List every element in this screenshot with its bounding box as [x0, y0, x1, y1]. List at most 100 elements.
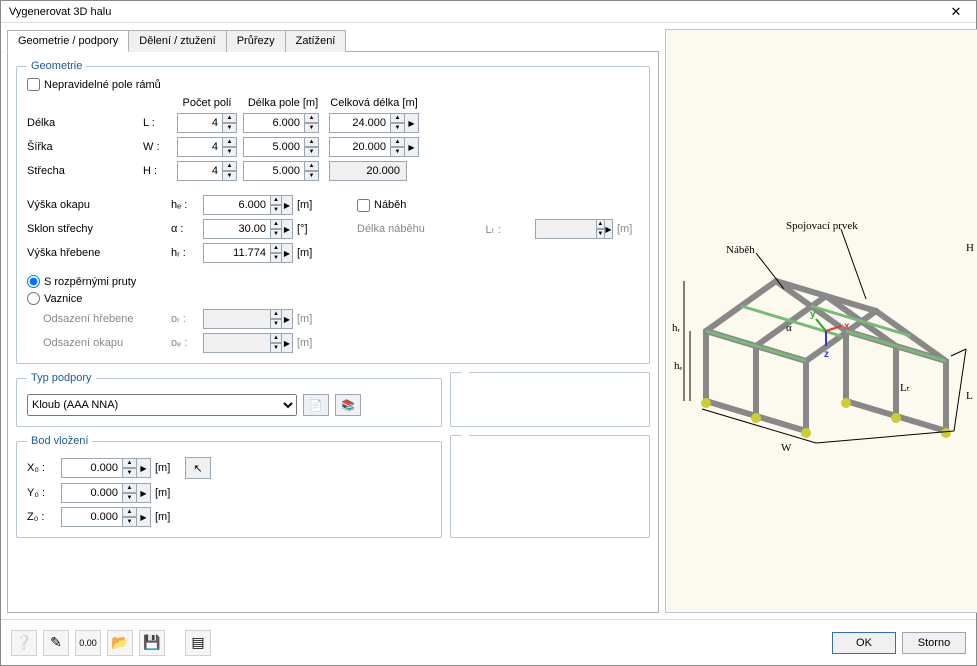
- tab-loads[interactable]: Zatížení: [285, 30, 347, 52]
- ok-button[interactable]: OK: [832, 632, 896, 654]
- row-roof-label: Střecha: [27, 165, 137, 177]
- haunch-checkbox[interactable]: Náběh: [357, 199, 437, 212]
- spin-up-icon[interactable]: ▲: [223, 113, 237, 123]
- goto-icon[interactable]: ▶: [405, 113, 419, 133]
- spin-up-icon[interactable]: ▲: [305, 113, 319, 123]
- y0-label: Y₀ :: [27, 487, 57, 499]
- goto-icon[interactable]: ▶: [282, 195, 293, 215]
- axis-z-icon: z: [824, 349, 829, 360]
- x0-input[interactable]: ▲▼ ▶: [61, 458, 151, 478]
- irregular-label: Nepravidelné pole rámů: [44, 79, 161, 91]
- z0-label: Z₀ :: [27, 511, 57, 523]
- extra-group: [450, 372, 650, 427]
- pick-point-button[interactable]: ↖: [185, 457, 211, 479]
- eave-unit: [m]: [297, 199, 321, 211]
- span-L[interactable]: ▲▼: [243, 113, 323, 133]
- pick-support-button[interactable]: 📚: [335, 394, 361, 416]
- spin-down-icon[interactable]: ▼: [223, 123, 237, 133]
- span-H[interactable]: ▲▼: [243, 161, 323, 181]
- spin-down-icon[interactable]: ▼: [391, 123, 405, 133]
- z0-input[interactable]: ▲▼ ▶: [61, 507, 151, 527]
- support-group: Typ podpory Kloub (AAA NNA) 📄 📚: [16, 372, 442, 427]
- titlebar: Vygenerovat 3D halu ✕: [1, 1, 976, 23]
- hdr-total: Celková délka [m]: [329, 97, 419, 109]
- spin-down-icon[interactable]: ▼: [305, 123, 319, 133]
- z0-unit: [m]: [155, 511, 179, 523]
- off-eave-sym: oₑ :: [171, 337, 199, 349]
- haunch-len-label: Délka náběhu: [357, 223, 437, 235]
- radio-struts[interactable]: S rozpěrnými pruty: [27, 275, 639, 288]
- edit-icon: ✎: [50, 634, 62, 651]
- spin-up-icon[interactable]: ▲: [391, 113, 405, 123]
- cancel-button[interactable]: Storno: [902, 632, 966, 654]
- goto-icon[interactable]: ▶: [137, 458, 151, 478]
- ridge-unit: [m]: [297, 247, 321, 259]
- count-H[interactable]: ▲▼: [177, 161, 237, 181]
- units-button[interactable]: 0.00: [75, 630, 101, 656]
- preview-label-conn: Spojovací prvek: [786, 220, 858, 232]
- span-W[interactable]: ▲▼: [243, 137, 323, 157]
- preview-svg: Spojovací prvek Náběh H L W hᵣ hₑ Lₜ α x…: [666, 181, 977, 461]
- span-L-input[interactable]: [243, 113, 305, 133]
- save-icon: 💾: [143, 634, 160, 651]
- total-W[interactable]: ▲▼ ▶: [329, 137, 419, 157]
- goto-icon[interactable]: ▶: [405, 137, 419, 157]
- slope-unit: [°]: [297, 223, 321, 235]
- goto-icon[interactable]: ▶: [282, 243, 293, 263]
- radio-purlins[interactable]: Vaznice: [27, 292, 639, 305]
- slope-input[interactable]: ▲▼ ▶: [203, 219, 293, 239]
- row-width-label: Šířka: [27, 141, 137, 153]
- help-button[interactable]: ❔: [11, 630, 37, 656]
- import-icon: 📂: [111, 634, 128, 651]
- sections-icon: ▤: [191, 634, 204, 651]
- import-button[interactable]: 📂: [107, 630, 133, 656]
- haunch-len-input: ▲▼ ▶: [535, 219, 613, 239]
- goto-icon[interactable]: ▶: [282, 219, 293, 239]
- goto-icon[interactable]: ▶: [137, 483, 151, 503]
- count-W[interactable]: ▲▼: [177, 137, 237, 157]
- save-button[interactable]: 💾: [139, 630, 165, 656]
- axis-x-icon: x: [844, 321, 850, 332]
- eave-input[interactable]: ▲▼ ▶: [203, 195, 293, 215]
- units-icon: 0.00: [79, 638, 97, 648]
- new-icon: 📄: [309, 399, 323, 412]
- haunch-label: Náběh: [374, 199, 406, 211]
- total-L[interactable]: ▲▼ ▶: [329, 113, 419, 133]
- close-icon[interactable]: ✕: [940, 3, 972, 21]
- y0-input[interactable]: ▲▼ ▶: [61, 483, 151, 503]
- cursor-icon: ↖: [193, 462, 202, 475]
- geometry-group: Geometrie Nepravidelné pole rámů Počet p…: [16, 60, 650, 364]
- insert-group: Bod vložení X₀ : ▲▼ ▶ [m] ↖: [16, 435, 442, 538]
- ridge-sym: hᵣ :: [171, 247, 199, 259]
- sections-button[interactable]: ▤: [185, 630, 211, 656]
- preview-sym-hr: hᵣ: [672, 322, 681, 334]
- row-roof-sym: H :: [143, 165, 171, 177]
- support-select[interactable]: Kloub (AAA NNA): [27, 394, 297, 416]
- preview-sym-a: α: [786, 322, 792, 334]
- tab-bracing[interactable]: Dělení / ztužení: [128, 30, 226, 52]
- geometry-legend: Geometrie: [27, 60, 86, 72]
- irregular-checkbox[interactable]: Nepravidelné pole rámů: [27, 78, 639, 91]
- new-support-button[interactable]: 📄: [303, 394, 329, 416]
- axis-y-icon: y: [810, 309, 816, 320]
- slope-sym: α :: [171, 223, 199, 235]
- y0-unit: [m]: [155, 487, 179, 499]
- x0-unit: [m]: [155, 462, 179, 474]
- insert-legend: Bod vložení: [27, 435, 92, 447]
- count-L-input[interactable]: [177, 113, 223, 133]
- irregular-checkbox-input[interactable]: [27, 78, 40, 91]
- off-ridge-unit: [m]: [297, 313, 321, 325]
- off-eave-input: ▲▼ ▶: [203, 333, 293, 353]
- tab-sections[interactable]: Průřezy: [226, 30, 286, 52]
- preview-sym-L: L: [966, 390, 973, 402]
- support-legend: Typ podpory: [27, 372, 96, 384]
- edit-button[interactable]: ✎: [43, 630, 69, 656]
- off-ridge-label: Odsazení hřebene: [27, 313, 167, 325]
- ridge-label: Výška hřebene: [27, 247, 167, 259]
- tab-geometry[interactable]: Geometrie / podpory: [7, 30, 129, 52]
- radio-struts-label: S rozpěrnými pruty: [44, 276, 136, 288]
- goto-icon[interactable]: ▶: [137, 507, 151, 527]
- ridge-input[interactable]: ▲▼ ▶: [203, 243, 293, 263]
- total-L-input[interactable]: [329, 113, 391, 133]
- count-L[interactable]: ▲▼: [177, 113, 237, 133]
